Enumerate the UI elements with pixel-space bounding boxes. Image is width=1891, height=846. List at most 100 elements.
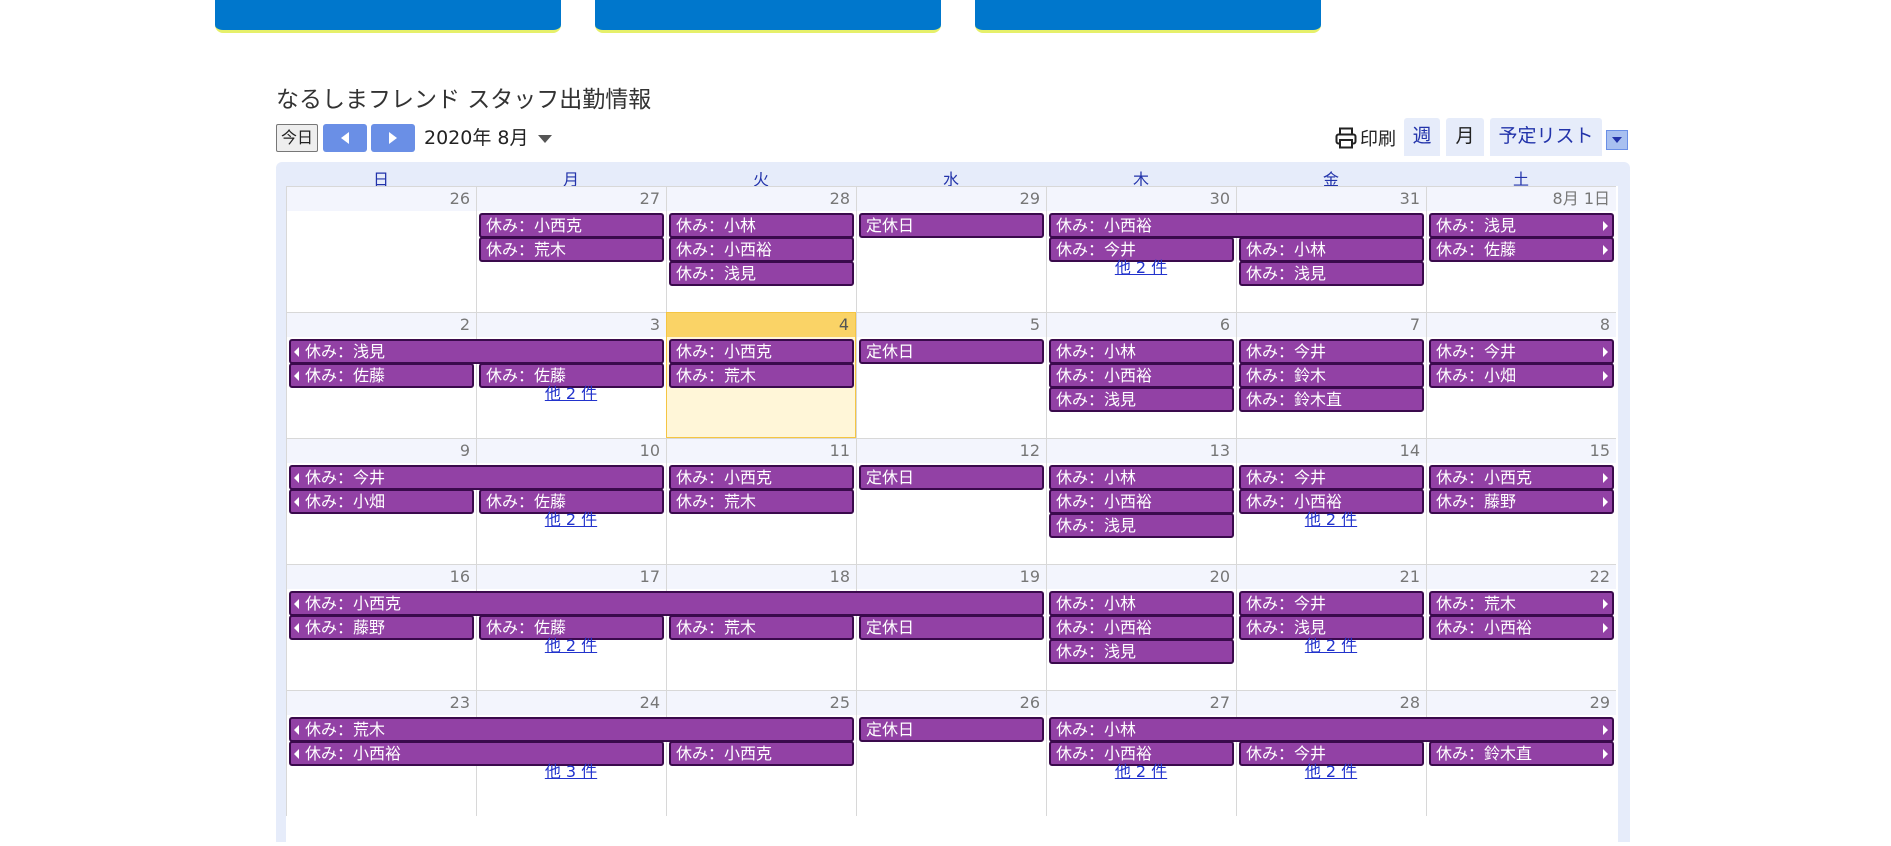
calendar-event[interactable]: 休み：小西裕	[1049, 363, 1234, 388]
calendar-event[interactable]: 定休日	[859, 717, 1044, 742]
day-number[interactable]: 8	[1427, 313, 1616, 337]
day-number[interactable]: 12	[857, 439, 1046, 463]
more-events-link[interactable]: 他 2 件	[1046, 257, 1236, 279]
calendar-event[interactable]: 休み：小西克	[1429, 465, 1614, 490]
day-number[interactable]: 27	[1047, 691, 1236, 715]
calendar-event[interactable]: 休み：藤野	[1429, 489, 1614, 514]
calendar-event[interactable]: 休み：小西裕	[1429, 615, 1614, 640]
day-number[interactable]: 19	[857, 565, 1046, 589]
more-events-link[interactable]: 他 2 件	[1236, 761, 1426, 783]
day-number[interactable]: 2	[287, 313, 476, 337]
day-number[interactable]: 7	[1237, 313, 1426, 337]
more-events-link[interactable]: 他 2 件	[476, 509, 666, 531]
calendar-event[interactable]: 休み：小林	[1049, 591, 1234, 616]
more-events-link[interactable]: 他 2 件	[476, 635, 666, 657]
day-number[interactable]: 3	[477, 313, 666, 337]
calendar-event[interactable]: 休み：浅見	[669, 261, 854, 286]
day-number[interactable]: 20	[1047, 565, 1236, 589]
calendar-event[interactable]: 休み：今井	[1239, 465, 1424, 490]
calendar-event[interactable]: 休み：今井	[1239, 591, 1424, 616]
more-events-link[interactable]: 他 2 件	[1236, 635, 1426, 657]
tab-agenda[interactable]: 予定リスト	[1490, 118, 1602, 156]
more-events-link[interactable]: 他 3 件	[476, 761, 666, 783]
next-month-button[interactable]	[371, 124, 415, 152]
day-cell[interactable]: 26	[856, 690, 1046, 816]
calendar-event[interactable]: 休み：小西克	[669, 465, 854, 490]
calendar-event[interactable]: 休み：小西克	[289, 591, 1044, 616]
calendar-event[interactable]: 休み：小西裕	[669, 237, 854, 262]
day-number[interactable]: 13	[1047, 439, 1236, 463]
calendar-event[interactable]: 休み：佐藤	[1429, 237, 1614, 262]
calendar-event[interactable]: 休み：浅見	[1239, 261, 1424, 286]
calendar-event[interactable]: 定休日	[859, 339, 1044, 364]
tab-week[interactable]: 週	[1404, 118, 1440, 156]
day-number[interactable]: 26	[857, 691, 1046, 715]
more-events-link[interactable]: 他 2 件	[1046, 761, 1236, 783]
day-number[interactable]: 22	[1427, 565, 1616, 589]
calendar-event[interactable]: 休み：浅見	[289, 339, 664, 364]
day-cell[interactable]: 26	[286, 186, 476, 312]
day-number[interactable]: 18	[667, 565, 856, 589]
calendar-event[interactable]: 休み：荒木	[669, 489, 854, 514]
day-number[interactable]: 5	[857, 313, 1046, 337]
day-cell[interactable]: 12	[856, 438, 1046, 564]
calendar-event[interactable]: 休み：小西裕	[1049, 213, 1424, 238]
calendar-event[interactable]: 休み：小西裕	[1049, 489, 1234, 514]
day-number[interactable]: 15	[1427, 439, 1616, 463]
calendar-event[interactable]: 休み：浅見	[1049, 639, 1234, 664]
today-button[interactable]: 今日	[276, 124, 318, 152]
calendar-event[interactable]: 定休日	[859, 465, 1044, 490]
calendar-event[interactable]: 休み：小林	[1239, 237, 1424, 262]
header-button-2[interactable]	[595, 0, 941, 33]
day-number[interactable]: 28	[667, 187, 856, 211]
chevron-down-icon[interactable]	[538, 135, 552, 144]
calendar-event[interactable]: 休み：小畑	[289, 489, 474, 514]
calendar-event[interactable]: 休み：荒木	[669, 615, 854, 640]
calendar-event[interactable]: 休み：鈴木	[1239, 363, 1424, 388]
day-number[interactable]: 14	[1237, 439, 1426, 463]
day-number[interactable]: 6	[1047, 313, 1236, 337]
calendar-event[interactable]: 休み：小西克	[669, 741, 854, 766]
more-events-link[interactable]: 他 2 件	[476, 383, 666, 405]
day-number[interactable]: 27	[477, 187, 666, 211]
calendar-event[interactable]: 休み：小林	[1049, 465, 1234, 490]
calendar-event[interactable]: 休み：荒木	[479, 237, 664, 262]
calendar-event[interactable]: 休み：荒木	[289, 717, 854, 742]
calendar-event[interactable]: 休み：今井	[289, 465, 664, 490]
calendar-event[interactable]: 休み：小畑	[1429, 363, 1614, 388]
calendar-event[interactable]: 休み：藤野	[289, 615, 474, 640]
day-number[interactable]: 26	[287, 187, 476, 211]
day-number[interactable]: 28	[1237, 691, 1426, 715]
calendar-event[interactable]: 休み：小西克	[669, 339, 854, 364]
calendar-event[interactable]: 休み：浅見	[1049, 513, 1234, 538]
calendar-event[interactable]: 休み：小林	[669, 213, 854, 238]
print-button[interactable]: 印刷	[1335, 124, 1396, 152]
more-events-link[interactable]: 他 2 件	[1236, 509, 1426, 531]
prev-month-button[interactable]	[323, 124, 367, 152]
calendar-event[interactable]: 休み：荒木	[1429, 591, 1614, 616]
day-number[interactable]: 29	[857, 187, 1046, 211]
day-number[interactable]: 25	[667, 691, 856, 715]
calendar-event[interactable]: 休み：小林	[1049, 339, 1234, 364]
calendar-event[interactable]: 休み：小西克	[479, 213, 664, 238]
day-number[interactable]: 23	[287, 691, 476, 715]
day-number[interactable]: 31	[1237, 187, 1426, 211]
day-cell[interactable]: 29	[856, 186, 1046, 312]
day-number[interactable]: 21	[1237, 565, 1426, 589]
day-number[interactable]: 9	[287, 439, 476, 463]
day-number[interactable]: 8月 1日	[1427, 187, 1616, 211]
day-number[interactable]: 30	[1047, 187, 1236, 211]
calendar-event[interactable]: 休み：今井	[1239, 339, 1424, 364]
calendar-event[interactable]: 休み：荒木	[669, 363, 854, 388]
calendar-event[interactable]: 休み：鈴木直	[1429, 741, 1614, 766]
header-button-1[interactable]	[215, 0, 561, 33]
view-dropdown-button[interactable]	[1606, 130, 1628, 150]
calendar-event[interactable]: 休み：鈴木直	[1239, 387, 1424, 412]
current-month-label[interactable]: 2020年 8月	[424, 125, 528, 151]
day-number[interactable]: 16	[287, 565, 476, 589]
day-cell[interactable]: 5	[856, 312, 1046, 438]
day-number[interactable]: 10	[477, 439, 666, 463]
calendar-event[interactable]: 休み：今井	[1429, 339, 1614, 364]
day-number[interactable]: 4	[667, 313, 855, 337]
calendar-event[interactable]: 休み：佐藤	[289, 363, 474, 388]
